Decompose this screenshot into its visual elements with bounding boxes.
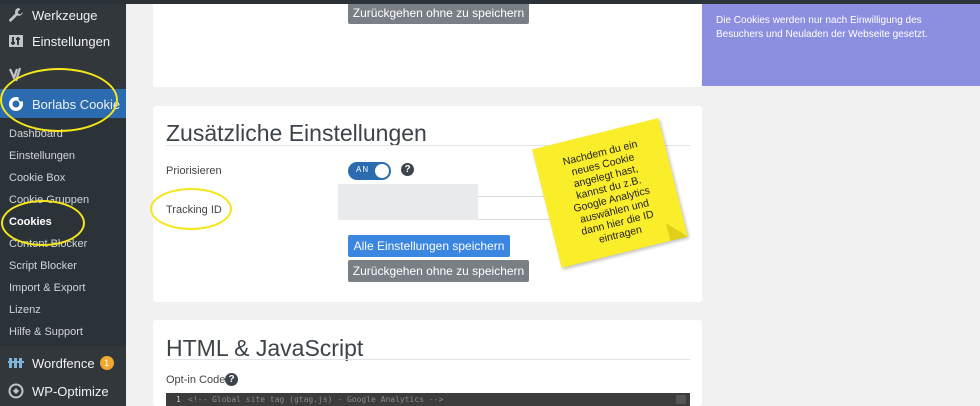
sidebar-item-borlabs-cookie[interactable]: Borlabs Cookie (0, 89, 134, 119)
sidebar-item-werkzeuge[interactable]: Werkzeuge (0, 1, 126, 29)
optin-code-label: Opt-in Code (166, 374, 226, 386)
toggle-state-text: AN (356, 165, 370, 174)
section-title: Zusätzliche Einstellungen (166, 120, 427, 146)
sidebar-item-label: WP-Optimize (32, 383, 109, 399)
sidebar-item-wordfence[interactable]: Wordfence 1 (0, 349, 126, 377)
submenu-cookie-gruppen[interactable]: Cookie Gruppen (9, 194, 89, 206)
cookie-notice-panel: Die Cookies werden nur nach Einwilligung… (702, 4, 980, 86)
editor-scroll-button[interactable] (676, 395, 686, 404)
optin-code-editor[interactable]: 1 <!-- Global site tag (gtag.js) - Googl… (166, 393, 690, 406)
sidebar-item-label: Werkzeuge (32, 7, 98, 23)
divider (166, 359, 690, 360)
settings-icon (8, 33, 24, 49)
borlabs-submenu: Dashboard Einstellungen Cookie Box Cooki… (0, 118, 126, 346)
sidebar-item-label: Borlabs Cookie (32, 96, 121, 112)
admin-sidebar: Werkzeuge Einstellungen Borlabs Cookie D… (0, 0, 134, 406)
wrench-icon (8, 7, 24, 23)
submenu-einstellungen[interactable]: Einstellungen (9, 150, 75, 162)
submenu-hilfe-support[interactable]: Hilfe & Support (9, 326, 83, 338)
submenu-lizenz[interactable]: Lizenz (9, 304, 41, 316)
update-count-badge: 1 (99, 356, 114, 370)
yoast-icon (8, 66, 24, 82)
toggle-knob (375, 164, 389, 178)
notice-text: Die Cookies werden nur nach Einwilligung… (716, 15, 928, 40)
back-without-saving-button[interactable]: Zurückgehen ohne zu speichern (348, 2, 529, 24)
sidebar-item-label: Wordfence (32, 355, 95, 371)
admin-top-bar (0, 0, 980, 4)
section-title: HTML & JavaScript (166, 335, 364, 361)
help-icon[interactable]: ? (401, 163, 414, 176)
borlabs-cookie-icon (8, 96, 24, 112)
sidebar-item-einstellungen[interactable]: Einstellungen (0, 27, 126, 55)
help-icon[interactable]: ? (225, 373, 238, 386)
wordfence-icon (8, 355, 24, 371)
back-without-saving-button[interactable]: Zurückgehen ohne zu speichern (348, 260, 529, 282)
previous-settings-card: Zurückgehen ohne zu speichern (153, 0, 702, 87)
redacted-tracking-id (338, 184, 478, 220)
save-all-settings-button[interactable]: Alle Einstellungen speichern (348, 235, 510, 257)
code-line: <!-- Global site tag (gtag.js) - Google … (188, 395, 444, 404)
submenu-cookie-box[interactable]: Cookie Box (9, 172, 65, 184)
priority-toggle[interactable]: AN (348, 162, 391, 180)
submenu-dashboard[interactable]: Dashboard (9, 128, 63, 140)
submenu-content-blocker[interactable]: Content Blocker (9, 238, 87, 250)
priority-label: Priorisieren (166, 165, 222, 177)
current-menu-arrow (126, 95, 134, 111)
submenu-import-export[interactable]: Import & Export (9, 282, 85, 294)
wp-optimize-icon (8, 383, 24, 399)
tracking-id-label: Tracking ID (166, 204, 222, 216)
submenu-script-blocker[interactable]: Script Blocker (9, 260, 77, 272)
sidebar-item-wp-optimize[interactable]: WP-Optimize (0, 377, 126, 405)
sidebar-item-label: Einstellungen (32, 33, 111, 49)
line-number: 1 (176, 395, 181, 404)
sticky-note-text: Nachdem du ein neues Cookie angelegt has… (561, 138, 655, 246)
submenu-cookies[interactable]: Cookies (9, 216, 52, 228)
sidebar-item-yoast[interactable] (0, 60, 126, 88)
